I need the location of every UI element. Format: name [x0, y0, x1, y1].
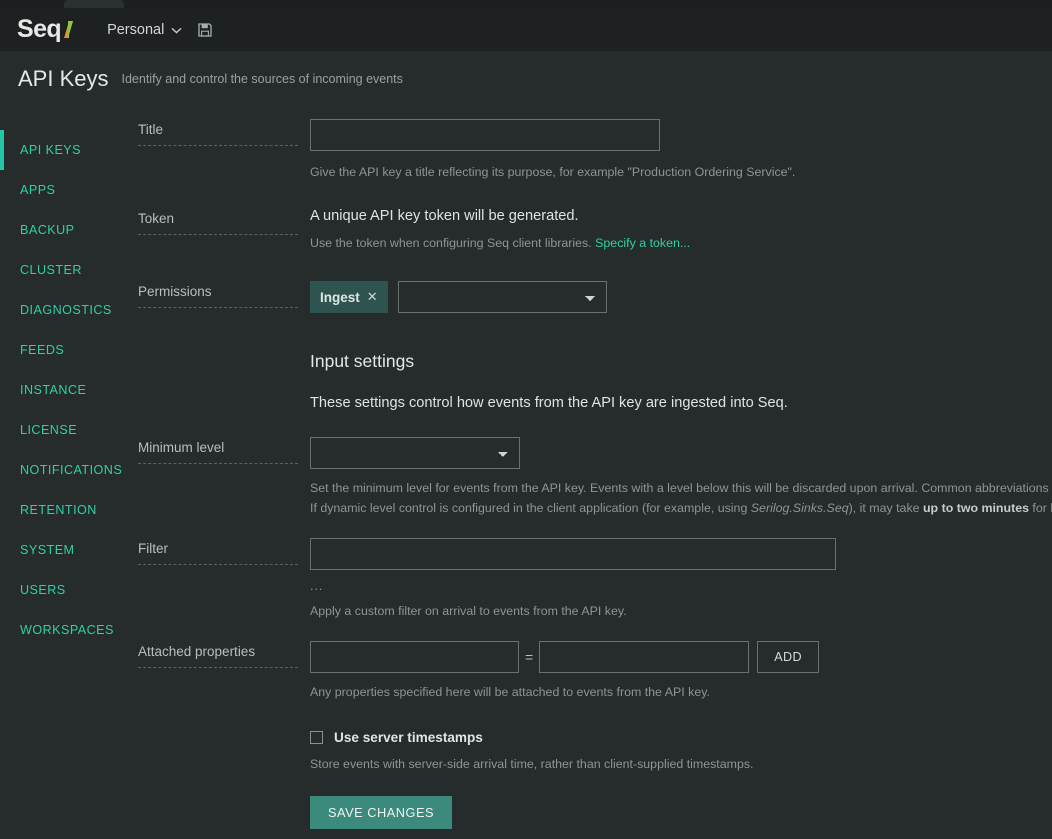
attached-properties-label: Attached properties: [138, 644, 298, 668]
browser-tab[interactable]: [64, 0, 124, 8]
filter-help: Apply a custom filter on arrival to even…: [310, 601, 1052, 621]
minimum-level-help-line1: Set the minimum level for events from th…: [310, 478, 1052, 498]
minimum-level-select[interactable]: VerboseDebugInformationWarningErrorFatal: [310, 437, 520, 469]
sidebar-item-label: FEEDS: [20, 343, 64, 357]
permissions-select[interactable]: ReadWriteSetupProject: [398, 281, 607, 313]
token-help: Use the token when configuring Seq clien…: [310, 233, 1052, 253]
sidebar-item-backup[interactable]: BACKUP: [0, 210, 128, 250]
title-label: Title: [138, 122, 298, 146]
field-row-token: Token A unique API key token will be gen…: [128, 202, 1052, 253]
serilog-sink-name: Serilog.Sinks.Seq: [751, 501, 849, 515]
field-row-title: Title Give the API key a title reflectin…: [128, 113, 1052, 182]
property-value-input[interactable]: [539, 641, 749, 673]
sidebar-item-label: APPS: [20, 183, 55, 197]
app-window: Seq Personal API Keys Identify and contr…: [0, 0, 1052, 839]
title-input[interactable]: [310, 119, 660, 151]
workspace-label: Personal: [107, 22, 164, 38]
input-settings-desc: These settings control how events from t…: [310, 395, 1052, 411]
sidebar-item-api-keys[interactable]: API KEYS: [0, 130, 128, 170]
sidebar-item-system[interactable]: SYSTEM: [0, 530, 128, 570]
browser-chrome-strip: [0, 0, 1052, 8]
equals-sign: =: [519, 649, 539, 665]
sidebar-item-label: DIAGNOSTICS: [20, 303, 112, 317]
help-text-a: If dynamic level control is configured i…: [310, 501, 751, 515]
seq-diamond-icon: [64, 21, 73, 38]
sidebar-item-label: BACKUP: [20, 223, 75, 237]
sidebar-item-label: RETENTION: [20, 503, 97, 517]
sidebar-item-notifications[interactable]: NOTIFICATIONS: [0, 450, 128, 490]
workspace-selector[interactable]: Personal: [107, 22, 182, 38]
sidebar-item-feeds[interactable]: FEEDS: [0, 330, 128, 370]
sidebar-item-label: SYSTEM: [20, 543, 74, 557]
server-timestamps-help: Store events with server-side arrival ti…: [310, 754, 1052, 774]
seq-logo[interactable]: Seq: [17, 15, 73, 44]
field-row-filter: Filter ... Apply a custom filter on arri…: [128, 532, 1052, 621]
sidebar-item-label: INSTANCE: [20, 383, 86, 397]
page-title: API Keys: [18, 66, 108, 92]
sidebar-item-label: WORKSPACES: [20, 623, 114, 637]
field-row-attached-properties: Attached properties = ADD Any properties…: [128, 635, 1052, 702]
field-row-minimum-level: Minimum level VerboseDebugInformationWar…: [128, 431, 1052, 518]
permissions-label: Permissions: [138, 284, 298, 308]
token-label: Token: [138, 211, 298, 235]
chevron-down-icon: [171, 22, 182, 38]
logo-text: Seq: [17, 15, 61, 44]
sidebar-item-users[interactable]: USERS: [0, 570, 128, 610]
token-help-text: Use the token when configuring Seq clien…: [310, 236, 592, 250]
permission-tag-ingest[interactable]: Ingest ✕: [310, 281, 388, 313]
sidebar-item-cluster[interactable]: CLUSTER: [0, 250, 128, 290]
sidebar-item-label: API KEYS: [20, 143, 81, 157]
settings-sidebar: API KEYS APPS BACKUP CLUSTER DIAGNOSTICS FEED…: [0, 113, 128, 650]
sidebar-item-retention[interactable]: RETENTION: [0, 490, 128, 530]
help-text-c: for leve: [1029, 501, 1052, 515]
save-changes-button[interactable]: SAVE CHANGES: [310, 796, 452, 829]
section-input-settings: Input settings These settings control ho…: [128, 345, 1052, 411]
minimum-level-label: Minimum level: [138, 440, 298, 464]
property-name-input[interactable]: [310, 641, 519, 673]
add-property-button[interactable]: ADD: [757, 641, 819, 673]
title-help: Give the API key a title reflecting its …: [310, 162, 1052, 182]
app-topbar: Seq Personal: [0, 8, 1052, 51]
sidebar-item-label: LICENSE: [20, 423, 77, 437]
input-settings-title: Input settings: [310, 351, 1052, 372]
permission-tag-label: Ingest: [320, 290, 360, 305]
attached-properties-row: = ADD: [310, 641, 1052, 673]
filter-ellipsis: ...: [310, 580, 1052, 592]
page-header: API Keys Identify and control the source…: [0, 51, 1052, 107]
floppy-save-icon[interactable]: [198, 23, 212, 37]
specify-a-token-link[interactable]: Specify a token...: [595, 236, 690, 250]
permissions-tag-row: Ingest ✕ ReadWriteSetupProject: [310, 281, 1052, 313]
api-key-form: Title Give the API key a title reflectin…: [128, 113, 1052, 829]
sidebar-item-workspaces[interactable]: WORKSPACES: [0, 610, 128, 650]
sidebar-item-label: USERS: [20, 583, 66, 597]
sidebar-item-label: CLUSTER: [20, 263, 82, 277]
page-subtitle: Identify and control the sources of inco…: [121, 72, 402, 87]
sidebar-item-license[interactable]: LICENSE: [0, 410, 128, 450]
minimum-level-help-line2: If dynamic level control is configured i…: [310, 498, 1052, 518]
token-headline: A unique API key token will be generated…: [310, 208, 1052, 224]
field-row-server-timestamps: Use server timestamps Store events with …: [128, 724, 1052, 829]
sidebar-item-label: NOTIFICATIONS: [20, 463, 122, 477]
sidebar-item-apps[interactable]: APPS: [0, 170, 128, 210]
attached-properties-help: Any properties specified here will be at…: [310, 682, 1052, 702]
help-text-bold: up to two minutes: [923, 501, 1029, 515]
use-server-timestamps-checkbox[interactable]: [310, 731, 323, 744]
field-row-permissions: Permissions Ingest ✕ ReadWriteSetupProje…: [128, 275, 1052, 313]
server-timestamps-row[interactable]: Use server timestamps: [310, 730, 1052, 745]
filter-input[interactable]: [310, 538, 836, 570]
sidebar-item-diagnostics[interactable]: DIAGNOSTICS: [0, 290, 128, 330]
filter-label: Filter: [138, 541, 298, 565]
help-text-b: ), it may take: [849, 501, 923, 515]
close-x-icon[interactable]: ✕: [367, 289, 378, 305]
use-server-timestamps-label: Use server timestamps: [334, 730, 483, 745]
sidebar-item-instance[interactable]: INSTANCE: [0, 370, 128, 410]
